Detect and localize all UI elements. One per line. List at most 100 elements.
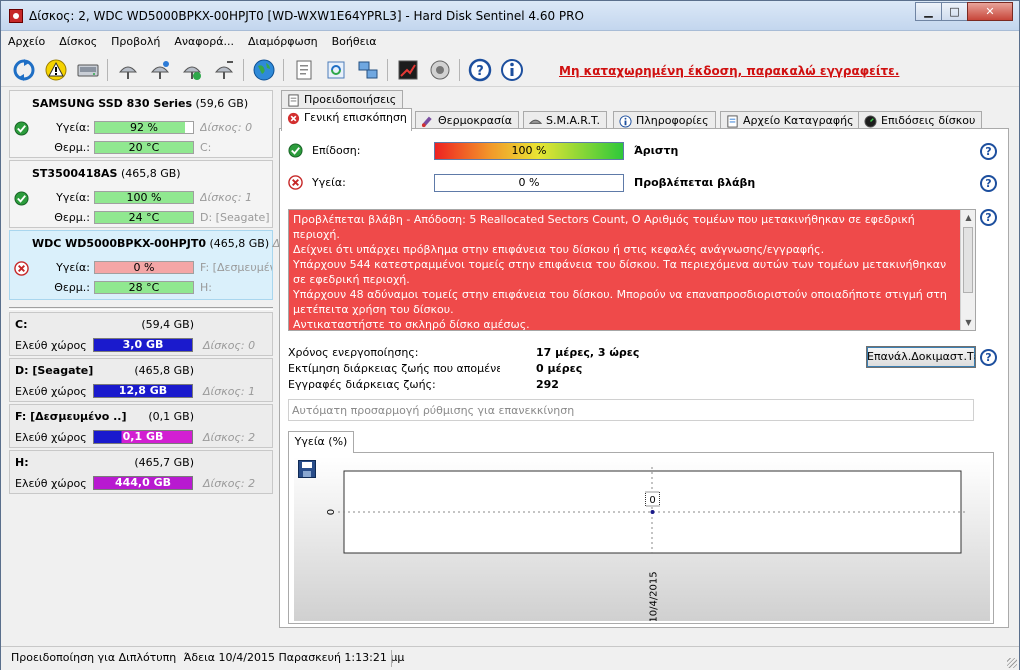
volume-list: F: [Δεσμευμέν (200, 261, 272, 274)
disk-index: Δίσκος: 0 (200, 121, 253, 134)
data-label: 0 (649, 495, 655, 506)
scroll-up-icon[interactable]: ▲ (961, 210, 975, 225)
detail-panel: Προειδοποιήσεις Γενική επισκόπηση Θερμοκ… (277, 90, 1009, 638)
svg-text:?: ? (476, 64, 484, 79)
refresh-icon[interactable] (11, 57, 37, 83)
status-license-text: Άδεια 10/4/2015 Παρασκευή 1:13:21 μμ (183, 651, 405, 664)
benchmark-icon[interactable] (395, 57, 421, 83)
warnings-tab-icon (288, 94, 299, 107)
temp-label: Θερμ.: (54, 211, 90, 224)
health-chart-area: 0 10/4/2015 0 (288, 452, 994, 624)
volume-card-h[interactable]: H: (465,7 GB) Ελεύθ χώρος 444,0 GB Δίσκο… (9, 450, 273, 494)
health-result: Προβλέπεται βλάβη (634, 176, 756, 189)
tab-information-label: Πληροφορίες (636, 114, 709, 127)
volume-name: F: [Δεσμευμένο ..] (15, 410, 127, 423)
register-link[interactable]: Μη καταχωρημένη έκδοση, παρακαλώ εγγραφε… (559, 64, 899, 78)
sync-icon[interactable] (323, 57, 349, 83)
disk-card-0[interactable]: SAMSUNG SSD 830 Series (59,6 GB) Υγεία: … (9, 90, 273, 158)
tab-overview[interactable]: Γενική επισκόπηση (281, 108, 412, 131)
volume-size: (465,7 GB) (134, 456, 194, 469)
alert-line: Αντικαταστήστε το σκληρό δίσκο αμέσως. (293, 318, 530, 331)
overview-error-icon (287, 112, 300, 125)
tab-health-chart[interactable]: Υγεία (%) (288, 431, 354, 453)
alert-scrollbar[interactable]: ▲ ▼ (960, 210, 975, 330)
disk-card-1[interactable]: ST3500418AS (465,8 GB) Υγεία: 100 % Δίσκ… (9, 160, 273, 228)
health-help-icon[interactable]: ? (980, 175, 997, 192)
auto-adjust-field[interactable]: Αυτόματη προσαρμογή ρύθμισης για επανεκκ… (288, 399, 974, 421)
satellite-settings-icon[interactable] (211, 57, 237, 83)
temp-label: Θερμ.: (54, 141, 90, 154)
network-icon[interactable] (355, 57, 381, 83)
scroll-down-icon[interactable]: ▼ (961, 315, 975, 330)
report-icon[interactable] (291, 57, 317, 83)
health-value: 0 % (133, 261, 155, 274)
disk-card-2[interactable]: WDC WD5000BPKX-00HPJT0 (465,8 GB) Δίσ Υγ… (9, 230, 291, 300)
health-bar: 92 % (94, 121, 194, 134)
tab-temperature-label: Θερμοκρασία (438, 114, 512, 127)
free-space-label: Ελεύθ χώρος (15, 431, 87, 444)
volume-size: (465,8 GB) (134, 364, 194, 377)
menu-help[interactable]: Βοήθεια (325, 32, 384, 52)
volume-size: (59,4 GB) (141, 318, 194, 331)
health-bar: 0 % (94, 261, 194, 274)
resize-grip[interactable] (1007, 658, 1017, 668)
volume-card-c[interactable]: C: (59,4 GB) Ελεύθ χώρος 3,0 GB Δίσκος: … (9, 312, 273, 356)
performance-label: Επίδοση: (312, 144, 361, 157)
alert-help-icon[interactable]: ? (980, 209, 997, 226)
health-label: Υγεία: (56, 261, 90, 274)
title-bar[interactable]: Δίσκος: 2, WDC WD5000BPKX-00HPJT0 [WD-WX… (1, 1, 1019, 31)
repeat-test-button[interactable]: Επανάλ.Δοκιμαστ.Τεστ (866, 346, 976, 368)
speaker-icon[interactable] (427, 57, 453, 83)
tab-warnings-label: Προειδοποιήσεις (304, 93, 397, 106)
minimize-button[interactable]: ▁ (915, 2, 942, 21)
info-icon[interactable] (499, 57, 525, 83)
menu-view[interactable]: Προβολή (104, 32, 167, 52)
temp-bar: 20 °C (94, 141, 194, 154)
app-logo-icon[interactable] (9, 9, 23, 23)
volume-name: C: (15, 318, 28, 331)
performance-bar: 100 % (434, 142, 624, 160)
app-window: Δίσκος: 2, WDC WD5000BPKX-00HPJT0 [WD-WX… (0, 0, 1020, 670)
alert-line: Υπάρχουν 544 κατεστραμμένοι τομείς στην … (293, 258, 947, 286)
volume-card-d[interactable]: D: [Seagate] (465,8 GB) Ελεύθ χώρος 12,8… (9, 358, 273, 402)
status-bar: Προειδοποίηση για Διπλότυπη Άδεια 10/4/2… (1, 646, 1019, 670)
y-tick-label: 0 (326, 509, 337, 515)
temp-label: Θερμ.: (54, 281, 90, 294)
maximize-button[interactable]: □ (941, 2, 968, 21)
status-warning-text: Προειδοποίηση για Διπλότυπη (11, 651, 177, 664)
x-tick-label: 10/4/2015 (649, 571, 660, 621)
scroll-thumb[interactable] (963, 227, 973, 293)
free-space-label: Ελεύθ χώρος (15, 385, 87, 398)
temp-value: 28 °C (128, 281, 160, 294)
warning-icon[interactable] (43, 57, 69, 83)
health-label: Υγεία: (312, 176, 346, 189)
disk-icon[interactable] (75, 57, 101, 83)
status-text: Προειδοποίηση για Διπλότυπη Άδεια 10/4/2… (11, 651, 408, 664)
performance-help-icon[interactable]: ? (980, 143, 997, 160)
health-chart: 0 10/4/2015 0 (326, 467, 966, 621)
overview-panel: Επίδοση: 100 % Άριστη ? Υγεία: 0 % Προβλ… (279, 128, 1009, 628)
help-icon[interactable]: ? (467, 57, 493, 83)
tab-log-label: Αρχείο Καταγραφής (743, 114, 854, 127)
alert-line: Δείχνει ότι υπάρχει πρόβλημα στην επιφάν… (293, 243, 825, 256)
volume-disk: Δίσκος: 2 (203, 477, 256, 490)
satellite-icon[interactable] (115, 57, 141, 83)
satellite-check-icon[interactable] (179, 57, 205, 83)
health-alert-text[interactable]: Προβλέπεται βλάβη - Απόδοση: 5 Reallocat… (288, 209, 976, 331)
satellite-scan-icon[interactable] (147, 57, 173, 83)
close-button[interactable]: ✕ (967, 2, 1013, 21)
globe-icon[interactable] (251, 57, 277, 83)
panel-divider[interactable] (9, 307, 273, 310)
test-help-icon[interactable]: ? (980, 349, 997, 366)
menu-file[interactable]: Αρχείο (1, 32, 52, 52)
disk-name: WDC WD5000BPKX-00HPJT0 (465,8 GB) Δίσ (32, 237, 291, 250)
menu-configuration[interactable]: Διαμόρφωση (241, 32, 325, 52)
volume-size: (0,1 GB) (148, 410, 194, 423)
volume-letter: D: [Seagate] (200, 211, 270, 224)
tab-warnings[interactable]: Προειδοποιήσεις (281, 90, 404, 110)
menu-report[interactable]: Αναφορά... (167, 32, 241, 52)
smart-icon (529, 119, 542, 124)
free-space-value: 12,8 GB (118, 384, 168, 397)
menu-disk[interactable]: Δίσκος (52, 32, 104, 52)
volume-card-f[interactable]: F: [Δεσμευμένο ..] (0,1 GB) Ελεύθ χώρος … (9, 404, 273, 448)
